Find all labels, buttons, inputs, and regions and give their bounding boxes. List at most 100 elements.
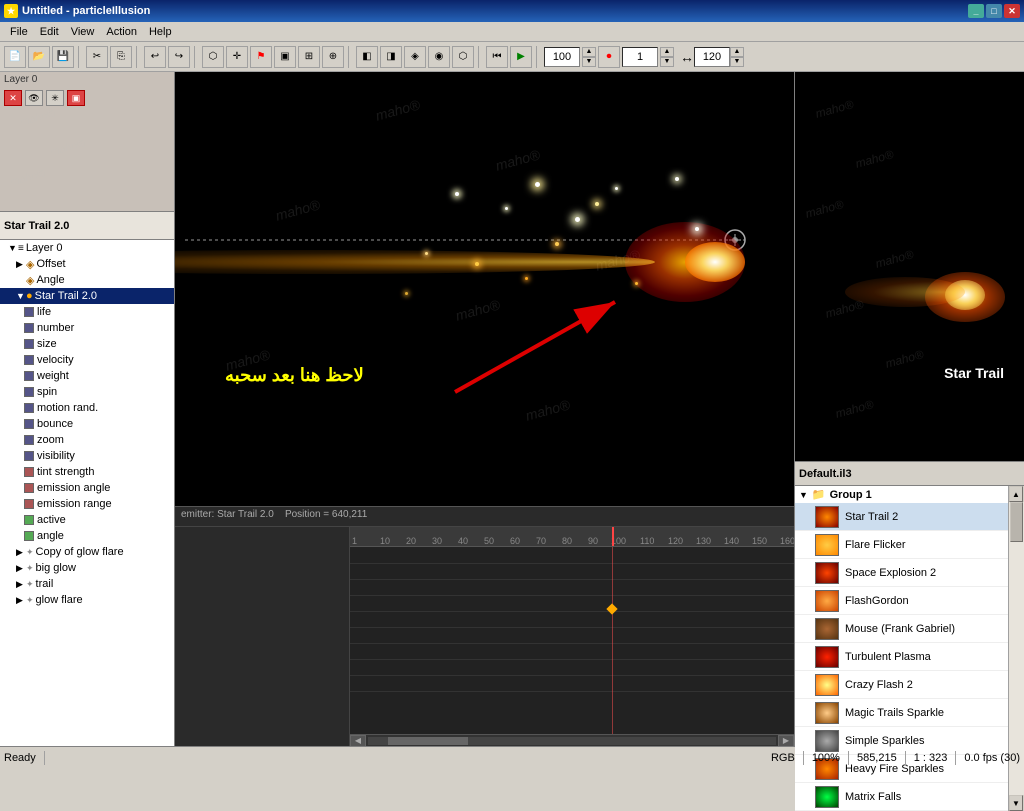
tree-angle2[interactable]: angle bbox=[0, 528, 174, 544]
total-frames-down[interactable]: ▼ bbox=[730, 57, 744, 67]
fps-up[interactable]: ▲ bbox=[582, 47, 596, 57]
scroll-right[interactable]: ▶ bbox=[778, 735, 794, 747]
fps-input[interactable]: 100 bbox=[544, 47, 580, 67]
preset-turbulent-plasma[interactable]: Turbulent Plasma bbox=[795, 643, 1008, 671]
preset-scroll-thumb[interactable] bbox=[1010, 502, 1023, 542]
tb-move[interactable]: ✛ bbox=[226, 46, 248, 68]
tree-spin[interactable]: spin bbox=[0, 384, 174, 400]
tree-tint-strength[interactable]: tint strength bbox=[0, 464, 174, 480]
layer-btn-lock[interactable]: ✳ bbox=[46, 90, 64, 106]
preset-crazy-flash-2[interactable]: Crazy Flash 2 bbox=[795, 671, 1008, 699]
tb-undo[interactable]: ↩ bbox=[144, 46, 166, 68]
tree-big-glow[interactable]: ▶ ✦ big glow bbox=[0, 560, 174, 576]
layer-label: Layer 0 bbox=[4, 74, 37, 85]
status-position: 585,215 bbox=[857, 752, 897, 764]
tree-offset[interactable]: ▶ ◈ Offset bbox=[0, 256, 174, 272]
tree-number[interactable]: number bbox=[0, 320, 174, 336]
menu-bar: File Edit View Action Help bbox=[0, 22, 1024, 42]
tree-trail[interactable]: ▶ ✦ trail bbox=[0, 576, 174, 592]
preset-space-explosion-2[interactable]: Space Explosion 2 bbox=[795, 559, 1008, 587]
tree-glow-flare[interactable]: ▶ ✦ glow flare bbox=[0, 592, 174, 608]
tb-tool1[interactable]: ◧ bbox=[356, 46, 378, 68]
tb-open[interactable]: 📂 bbox=[28, 46, 50, 68]
tb-flag[interactable]: ⚑ bbox=[250, 46, 272, 68]
tb-tool2[interactable]: ◨ bbox=[380, 46, 402, 68]
menu-file[interactable]: File bbox=[4, 24, 34, 40]
tree-emission-angle[interactable]: emission angle bbox=[0, 480, 174, 496]
frame-up[interactable]: ▲ bbox=[660, 47, 674, 57]
menu-action[interactable]: Action bbox=[100, 24, 143, 40]
tb-cut[interactable]: ✂ bbox=[86, 46, 108, 68]
tb-rewind[interactable]: ⏮ bbox=[486, 46, 508, 68]
tree-weight[interactable]: weight bbox=[0, 368, 174, 384]
maximize-button[interactable]: □ bbox=[986, 4, 1002, 18]
scroll-left[interactable]: ◀ bbox=[350, 735, 366, 747]
timeline-content[interactable] bbox=[350, 547, 794, 734]
tb-record[interactable]: ⏺ bbox=[598, 46, 620, 68]
tree-active[interactable]: active bbox=[0, 512, 174, 528]
tree-size[interactable]: size bbox=[0, 336, 174, 352]
tree-panel[interactable]: ▼ ≡ Layer 0 ▶ ◈ Offset ◈ Angle ▼ ● Star … bbox=[0, 240, 174, 746]
tree-motion-rand[interactable]: motion rand. bbox=[0, 400, 174, 416]
scroll-track[interactable] bbox=[368, 737, 776, 745]
menu-help[interactable]: Help bbox=[143, 24, 178, 40]
preset-flare-flicker[interactable]: Flare Flicker bbox=[795, 531, 1008, 559]
minimize-button[interactable]: _ bbox=[968, 4, 984, 18]
right-watermark-2: maho® bbox=[854, 147, 895, 171]
tree-visibility[interactable]: visibility bbox=[0, 448, 174, 464]
tb-redo[interactable]: ↪ bbox=[168, 46, 190, 68]
layer-btn-solo[interactable]: ▣ bbox=[67, 90, 85, 106]
scroll-thumb[interactable] bbox=[388, 737, 468, 745]
tb-transform[interactable]: ⊞ bbox=[298, 46, 320, 68]
preset-mouse-frank[interactable]: Mouse (Frank Gabriel) bbox=[795, 615, 1008, 643]
tree-bounce[interactable]: bounce bbox=[0, 416, 174, 432]
timeline-scrollbar[interactable]: ◀ ▶ bbox=[350, 734, 794, 746]
preset-scroll-up[interactable]: ▲ bbox=[1009, 486, 1023, 502]
tb-tool5[interactable]: ⬡ bbox=[452, 46, 474, 68]
tb-copy[interactable]: ⎘ bbox=[110, 46, 132, 68]
preset-star-trail-2[interactable]: Star Trail 2 bbox=[795, 503, 1008, 531]
right-watermark-3: maho® bbox=[804, 197, 845, 221]
preset-thumb-8 bbox=[815, 702, 839, 724]
tree-angle[interactable]: ◈ Angle bbox=[0, 272, 174, 288]
tb-select[interactable]: ⬡ bbox=[202, 46, 224, 68]
tb-save[interactable]: 💾 bbox=[52, 46, 74, 68]
right-panel: maho® maho® maho® maho® maho® maho® maho… bbox=[794, 72, 1024, 746]
tree-velocity[interactable]: velocity bbox=[0, 352, 174, 368]
timeline-area[interactable]: emitter: Star Trail 2.0 Position = 640,2… bbox=[175, 506, 794, 746]
tb-play[interactable]: ▶ bbox=[510, 46, 532, 68]
preset-matrix-falls[interactable]: Matrix Falls bbox=[795, 783, 1008, 811]
app-icon: ★ bbox=[4, 4, 18, 18]
tree-life[interactable]: life bbox=[0, 304, 174, 320]
menu-view[interactable]: View bbox=[65, 24, 101, 40]
preset-scroll-down[interactable]: ▼ bbox=[1009, 795, 1023, 811]
fps-down[interactable]: ▼ bbox=[582, 57, 596, 67]
tb-shape[interactable]: ▣ bbox=[274, 46, 296, 68]
status-ratio: 1 : 323 bbox=[914, 752, 948, 764]
tree-zoom[interactable]: zoom bbox=[0, 432, 174, 448]
tb-tool3[interactable]: ◈ bbox=[404, 46, 426, 68]
menu-edit[interactable]: Edit bbox=[34, 24, 65, 40]
canvas-area[interactable]: maho® maho® maho® maho® maho® maho® maho… bbox=[175, 72, 794, 506]
tb-new[interactable]: 📄 bbox=[4, 46, 26, 68]
close-button[interactable]: ✕ bbox=[1004, 4, 1020, 18]
particle-canvas bbox=[175, 72, 794, 506]
frame-input[interactable]: 1 bbox=[622, 47, 658, 67]
layer-btn-x[interactable]: ✕ bbox=[4, 90, 22, 106]
preset-group-1[interactable]: ▼ 📁 Group 1 bbox=[795, 486, 1008, 503]
tree-copy-glow[interactable]: ▶ ✦ Copy of glow flare bbox=[0, 544, 174, 560]
preset-flash-gordon[interactable]: FlashGordon bbox=[795, 587, 1008, 615]
status-color: RGB bbox=[771, 752, 795, 764]
tb-tool4[interactable]: ◉ bbox=[428, 46, 450, 68]
frame-down[interactable]: ▼ bbox=[660, 57, 674, 67]
tree-layer0[interactable]: ▼ ≡ Layer 0 bbox=[0, 240, 174, 256]
total-frames-input[interactable]: 120 bbox=[694, 47, 730, 67]
layer-controls: Layer 0 bbox=[4, 74, 37, 85]
tb-grid[interactable]: ⊕ bbox=[322, 46, 344, 68]
preset-magic-trails[interactable]: Magic Trails Sparkle bbox=[795, 699, 1008, 727]
total-frames-up[interactable]: ▲ bbox=[730, 47, 744, 57]
layer-btn-eye[interactable]: 👁 bbox=[25, 90, 43, 106]
tree-emission-range[interactable]: emission range bbox=[0, 496, 174, 512]
tree-star-trail[interactable]: ▼ ● Star Trail 2.0 bbox=[0, 288, 174, 304]
status-zoom: 100% bbox=[812, 752, 840, 764]
